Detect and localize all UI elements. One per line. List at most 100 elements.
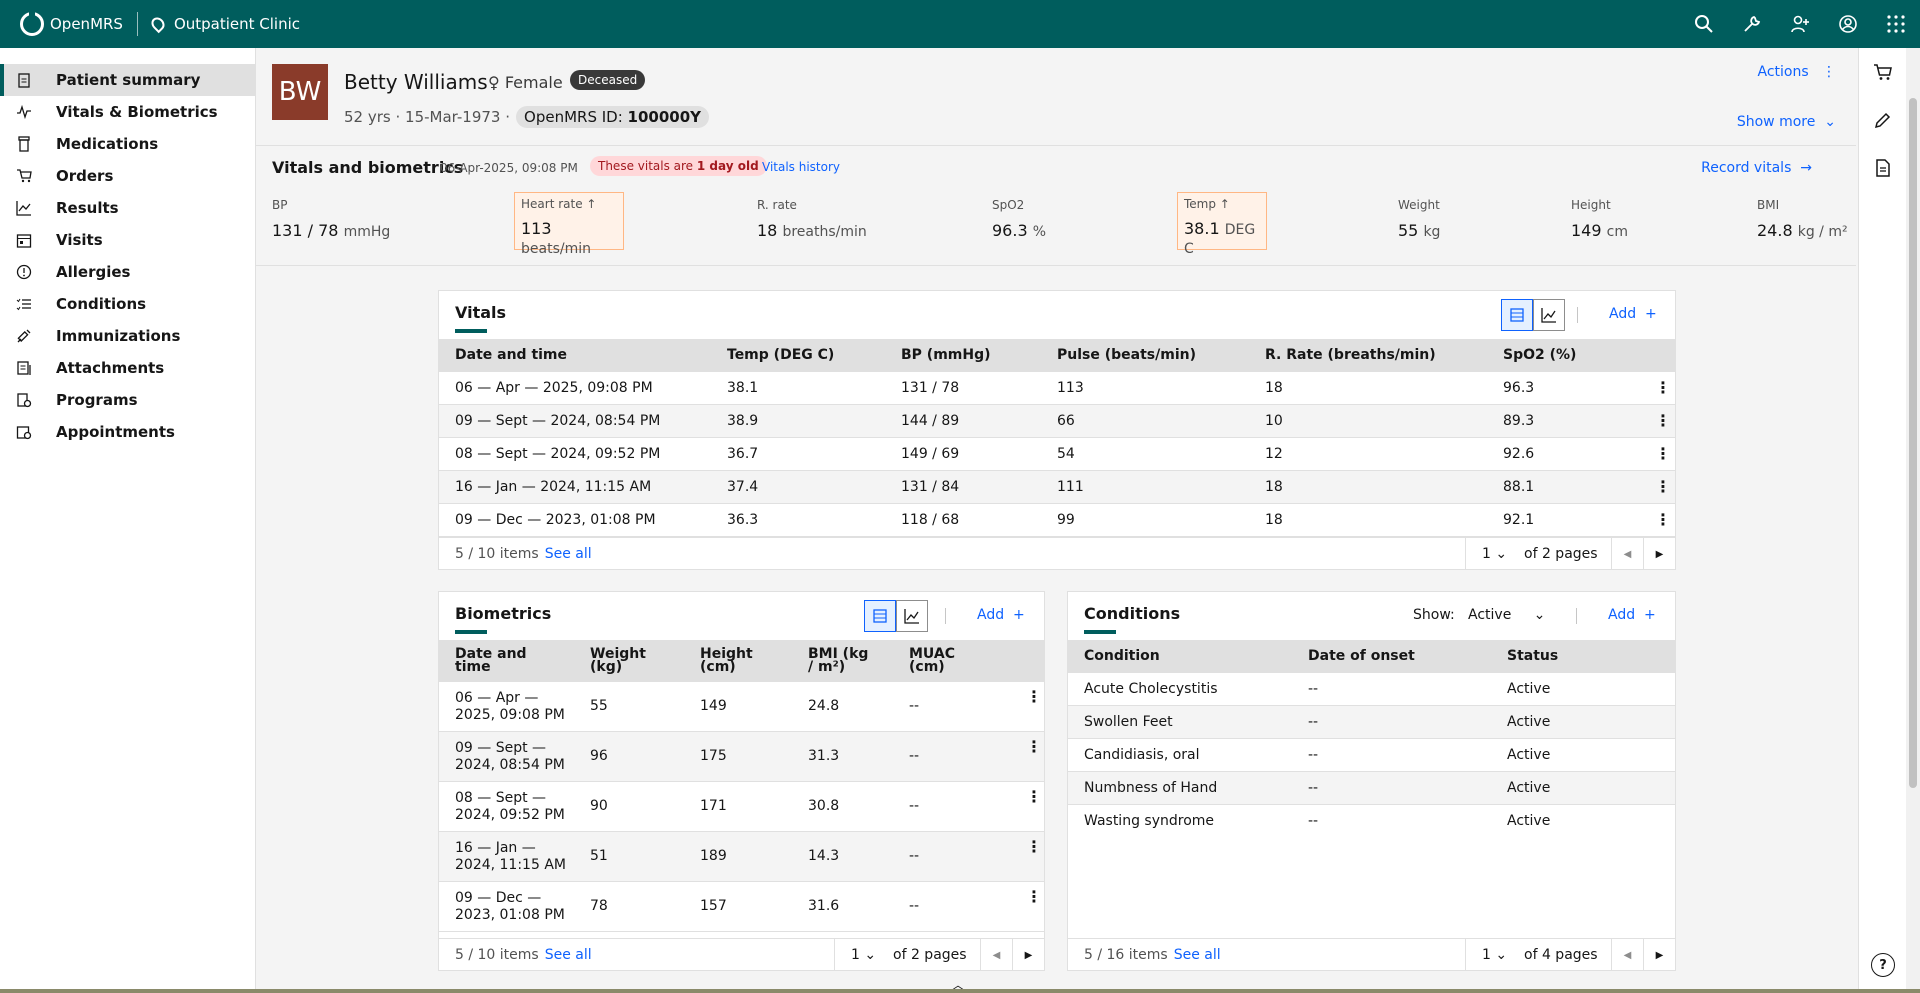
row-overflow-menu-icon[interactable]	[1026, 688, 1030, 707]
page-select[interactable]: 1 ⌄	[834, 939, 876, 971]
tools-button[interactable]	[1728, 0, 1776, 48]
chart-view-button[interactable]	[1533, 299, 1565, 331]
row-overflow-menu-icon[interactable]	[1026, 738, 1030, 757]
see-all-link[interactable]: See all	[1174, 947, 1221, 963]
show-filter-dropdown[interactable]: Active ⌄	[1468, 607, 1545, 623]
order-basket-button[interactable]	[1859, 48, 1907, 96]
add-vitals-button[interactable]: Add +	[1609, 306, 1657, 322]
sidebar-item-visits[interactable]: Visits	[0, 224, 255, 256]
sidebar-item-label: Allergies	[56, 263, 131, 281]
page-select[interactable]: 1 ⌄	[1465, 939, 1507, 971]
column-header[interactable]: Pulse (beats/min)	[1057, 347, 1196, 363]
user-menu-button[interactable]	[1824, 0, 1872, 48]
vital-unit: mmHg	[343, 224, 391, 240]
column-header[interactable]: MUAC (cm)	[909, 647, 955, 674]
sidebar-item-orders[interactable]: Orders	[0, 160, 255, 192]
row-overflow-menu-icon[interactable]	[1026, 788, 1030, 807]
app-switcher-button[interactable]	[1872, 0, 1920, 48]
sidebar-item-medications[interactable]: Medications	[0, 128, 255, 160]
user-avatar-icon	[1839, 15, 1857, 33]
see-all-link[interactable]: See all	[545, 546, 592, 562]
row-overflow-menu-icon[interactable]	[1655, 510, 1659, 529]
chevron-down-icon: ⌄	[1824, 114, 1836, 130]
next-page-button[interactable]: ▶	[1643, 939, 1675, 971]
row-overflow-menu-icon[interactable]	[1026, 838, 1030, 857]
sidebar-item-allergies[interactable]: Allergies	[0, 256, 255, 288]
column-header[interactable]: R. Rate (breaths/min)	[1265, 347, 1436, 363]
page-total: of 2 pages	[893, 947, 967, 963]
pagination-items: 5 / 10 items See all	[455, 947, 592, 963]
sidebar-item-conditions[interactable]: Conditions	[0, 288, 255, 320]
scrollbar-thumb[interactable]	[1909, 98, 1917, 788]
column-header[interactable]: SpO2 (%)	[1503, 347, 1576, 363]
cell-weight: 96	[590, 748, 608, 764]
page-select[interactable]: 1 ⌄	[1465, 538, 1507, 570]
help-button[interactable]: ?	[1871, 953, 1895, 977]
sidebar-item-patient-summary[interactable]: Patient summary	[0, 64, 255, 96]
column-header[interactable]: BMI (kg / m²)	[808, 647, 868, 674]
cell-weight: 90	[590, 798, 608, 814]
sidebar-item-appointments[interactable]: Appointments	[0, 416, 255, 448]
bottom-edge	[0, 989, 1920, 993]
vitals-history-link[interactable]: Vitals history	[762, 160, 840, 174]
table-row: 08 — Sept —2024, 09:52 PM 90 171 30.8 --	[439, 782, 1044, 832]
column-header[interactable]: Temp (DEG C)	[727, 347, 834, 363]
header-line: time	[455, 659, 491, 675]
see-all-link[interactable]: See all	[545, 947, 592, 963]
column-header[interactable]: Date of onset	[1308, 648, 1415, 664]
clinical-forms-button[interactable]	[1859, 144, 1907, 192]
add-condition-button[interactable]: Add +	[1608, 607, 1656, 623]
vital-value: 18	[757, 221, 778, 240]
row-overflow-menu-icon[interactable]	[1655, 378, 1659, 397]
row-overflow-menu-icon[interactable]	[1655, 411, 1659, 430]
patient-avatar: BW	[272, 64, 328, 120]
add-patient-button[interactable]	[1776, 0, 1824, 48]
next-page-button[interactable]: ▶	[1012, 939, 1044, 971]
show-more-button[interactable]: Show more ⌄	[1737, 114, 1836, 130]
toolbar-divider	[1576, 608, 1577, 624]
search-button[interactable]	[1680, 0, 1728, 48]
openmrs-logo[interactable]: OpenMRS	[20, 11, 123, 36]
cell-spo2: 92.6	[1503, 446, 1535, 462]
column-header[interactable]: Condition	[1084, 648, 1160, 664]
sidebar-item-immunizations[interactable]: Immunizations	[0, 320, 255, 352]
sidebar-item-attachments[interactable]: Attachments	[0, 352, 255, 384]
row-overflow-menu-icon[interactable]	[1026, 888, 1030, 907]
cell-weight: 78	[590, 898, 608, 914]
sidebar-item-vitals-biometrics[interactable]: Vitals & Biometrics	[0, 96, 255, 128]
column-header[interactable]: Date and time	[455, 347, 567, 363]
cell-status: Active	[1507, 780, 1551, 796]
column-header[interactable]: Weight (kg)	[590, 647, 646, 674]
table-row: Swollen Feet -- Active	[1068, 706, 1675, 739]
table-view-button[interactable]	[1501, 299, 1533, 331]
cell-spo2: 89.3	[1503, 413, 1535, 429]
record-vitals-button[interactable]: Record vitals →	[1701, 160, 1812, 176]
previous-page-button[interactable]: ◀	[1611, 538, 1643, 570]
page-number: 1	[851, 947, 860, 963]
chart-view-button[interactable]	[896, 600, 928, 632]
row-overflow-menu-icon[interactable]	[1655, 444, 1659, 463]
actions-menu-button[interactable]: Actions ⋮	[1758, 64, 1837, 80]
cell-status: Active	[1507, 714, 1551, 730]
column-header[interactable]: Date and time	[455, 647, 527, 675]
visit-note-button[interactable]	[1859, 96, 1907, 144]
sidebar-item-programs[interactable]: Programs	[0, 384, 255, 416]
page-scrollbar[interactable]	[1906, 48, 1920, 993]
document-icon	[16, 360, 32, 376]
column-header[interactable]: Status	[1507, 648, 1558, 664]
table-view-button[interactable]	[864, 600, 896, 632]
vitals-pagination: 5 / 10 items See all 1 ⌄ of 2 pages ◀ ▶	[439, 537, 1675, 570]
sidebar-item-results[interactable]: Results	[0, 192, 255, 224]
row-overflow-menu-icon[interactable]	[1655, 477, 1659, 496]
column-header[interactable]: BP (mmHg)	[901, 347, 991, 363]
table-row: 16 — Jan —2024, 11:15 AM 51 189 14.3 --	[439, 832, 1044, 882]
location-selector[interactable]: Outpatient Clinic	[148, 14, 300, 34]
previous-page-button[interactable]: ◀	[1611, 939, 1643, 971]
column-header[interactable]: Height (cm)	[700, 647, 753, 674]
app-switcher-icon	[1887, 15, 1905, 33]
add-biometrics-button[interactable]: Add +	[977, 607, 1025, 623]
previous-page-button[interactable]: ◀	[980, 939, 1012, 971]
next-page-button[interactable]: ▶	[1643, 538, 1675, 570]
patient-gender: ♀ Female	[488, 73, 563, 92]
view-toggle	[1501, 299, 1565, 331]
